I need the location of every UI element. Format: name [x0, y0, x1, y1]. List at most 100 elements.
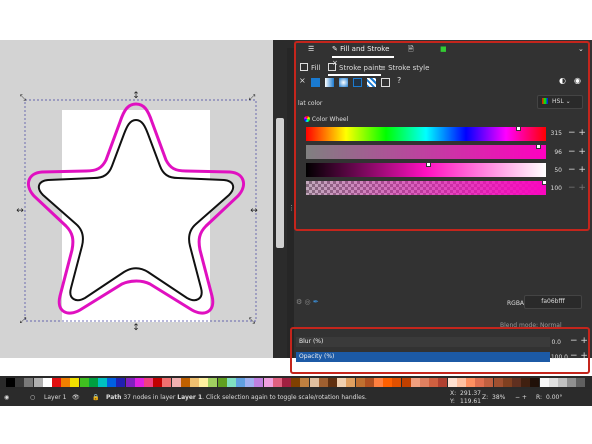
palette-swatch[interactable] — [318, 378, 328, 387]
blur-stepper[interactable]: − + — [570, 336, 588, 346]
palette-swatch[interactable] — [567, 378, 577, 387]
lightness-stepper[interactable]: − + — [568, 165, 586, 175]
palette-swatch[interactable] — [24, 378, 34, 387]
palette-swatch[interactable] — [180, 378, 190, 387]
palette-swatch[interactable] — [456, 378, 466, 387]
blur-slider[interactable]: Blur (%) — [296, 337, 550, 347]
saturation-slider[interactable] — [306, 144, 546, 159]
palette-swatch[interactable] — [6, 378, 15, 387]
palette-swatch[interactable] — [576, 378, 586, 387]
x-coordinate: 291.37 — [460, 390, 481, 397]
opacity-value[interactable]: 100.0 — [548, 354, 568, 361]
palette-swatch[interactable] — [300, 378, 310, 387]
palette-swatch[interactable] — [171, 378, 181, 387]
palette-swatch[interactable] — [42, 378, 52, 387]
palette-swatch[interactable] — [392, 378, 402, 387]
palette-swatch[interactable] — [374, 378, 383, 387]
palette-swatch[interactable] — [98, 378, 107, 387]
palette-swatch[interactable] — [236, 378, 245, 387]
palette-swatch[interactable] — [355, 378, 365, 387]
palette-swatch[interactable] — [401, 378, 411, 387]
palette-swatch[interactable] — [291, 378, 301, 387]
layer-visibility-icon[interactable]: ◉ — [4, 394, 9, 401]
palette-swatch[interactable] — [15, 378, 25, 387]
palette-swatch[interactable] — [162, 378, 172, 387]
palette-swatch[interactable] — [438, 378, 448, 387]
palette-swatch[interactable] — [548, 378, 558, 387]
hue-value[interactable]: 315 — [542, 130, 562, 137]
saturation-value[interactable]: 96 — [542, 149, 562, 156]
star-path — [37, 118, 235, 302]
zoom-field[interactable]: 38% — [492, 394, 505, 401]
zoom-stepper[interactable]: − + — [515, 394, 527, 401]
palette-swatch[interactable] — [447, 378, 457, 387]
palette-swatch[interactable] — [346, 378, 356, 387]
palette-swatch[interactable] — [410, 378, 420, 387]
lightness-slider[interactable] — [306, 162, 546, 177]
palette-swatch[interactable] — [52, 378, 61, 387]
palette-swatch[interactable] — [502, 378, 512, 387]
palette-swatch[interactable] — [144, 378, 153, 387]
palette-swatch[interactable] — [337, 378, 347, 387]
palette-swatch[interactable] — [125, 378, 135, 387]
color-picker-icons[interactable]: ⚙ ◎ ✒ — [296, 298, 319, 306]
palette-swatch[interactable] — [521, 378, 531, 387]
palette-swatch[interactable] — [539, 378, 549, 387]
palette-swatch[interactable] — [328, 378, 337, 387]
palette-swatch[interactable] — [70, 378, 80, 387]
palette-swatch[interactable] — [107, 378, 117, 387]
palette-swatch[interactable] — [466, 378, 475, 387]
palette-swatch[interactable] — [512, 378, 521, 387]
hue-stepper[interactable]: − + — [568, 128, 586, 138]
opacity-stepper[interactable]: − + — [570, 351, 588, 361]
current-layer-select[interactable]: Layer 1 — [44, 394, 66, 401]
palette-swatch[interactable] — [263, 378, 273, 387]
scrollbar-thumb[interactable] — [276, 118, 284, 248]
palette-swatch[interactable] — [208, 378, 218, 387]
palette-swatch[interactable] — [254, 378, 264, 387]
layer-lock-icon[interactable]: ○ — [30, 394, 35, 401]
palette-swatch[interactable] — [190, 378, 199, 387]
status-bar: ◉ ○ Layer 1 👁 🔒 Path 37 nodes in layer L… — [0, 389, 592, 406]
palette-swatch[interactable] — [383, 378, 393, 387]
rgba-input[interactable]: fa06bfff — [524, 295, 582, 309]
lightness-value[interactable]: 50 — [542, 167, 562, 174]
alpha-stepper[interactable]: − + — [568, 183, 586, 193]
palette-swatch[interactable] — [530, 378, 540, 387]
palette-swatch[interactable] — [364, 378, 374, 387]
palette-swatch[interactable] — [33, 378, 43, 387]
palette-swatch[interactable] — [475, 378, 485, 387]
dock-resize-handle[interactable]: ⋮ — [287, 48, 295, 358]
blur-value[interactable]: 0.0 — [541, 339, 561, 346]
color-palette[interactable] — [0, 376, 592, 389]
palette-swatch[interactable] — [199, 378, 209, 387]
zoom-label: Z: — [482, 394, 489, 401]
palette-swatch[interactable] — [217, 378, 227, 387]
palette-swatch[interactable] — [484, 378, 494, 387]
layer-eye-icon[interactable]: 👁 — [72, 394, 80, 401]
palette-swatch[interactable] — [429, 378, 439, 387]
opacity-slider[interactable]: Opacity (%) — [296, 352, 550, 362]
palette-swatch[interactable] — [493, 378, 503, 387]
palette-swatch[interactable] — [309, 378, 319, 387]
canvas-vertical-scrollbar[interactable] — [273, 48, 287, 358]
hue-slider[interactable] — [306, 126, 546, 141]
palette-swatch[interactable] — [272, 378, 282, 387]
palette-swatch[interactable] — [116, 378, 126, 387]
lock-icon[interactable]: 🔒 — [92, 394, 99, 401]
palette-swatch[interactable] — [226, 378, 236, 387]
rotation-field[interactable]: 0.00° — [546, 394, 562, 401]
palette-swatch[interactable] — [420, 378, 429, 387]
palette-swatch[interactable] — [558, 378, 567, 387]
star-drawing[interactable]: ↕ ↕ ↔ ↔ ⤡ ⤢ ⤢ ⤡ — [0, 40, 273, 358]
palette-swatch[interactable] — [79, 378, 89, 387]
palette-swatch[interactable] — [61, 378, 71, 387]
palette-swatch[interactable] — [88, 378, 98, 387]
alpha-slider[interactable] — [306, 180, 547, 195]
palette-swatch[interactable] — [153, 378, 163, 387]
palette-swatch[interactable] — [245, 378, 255, 387]
saturation-stepper[interactable]: − + — [568, 147, 586, 157]
alpha-value[interactable]: 100 — [542, 185, 562, 192]
palette-swatch[interactable] — [282, 378, 291, 387]
palette-swatch[interactable] — [134, 378, 144, 387]
